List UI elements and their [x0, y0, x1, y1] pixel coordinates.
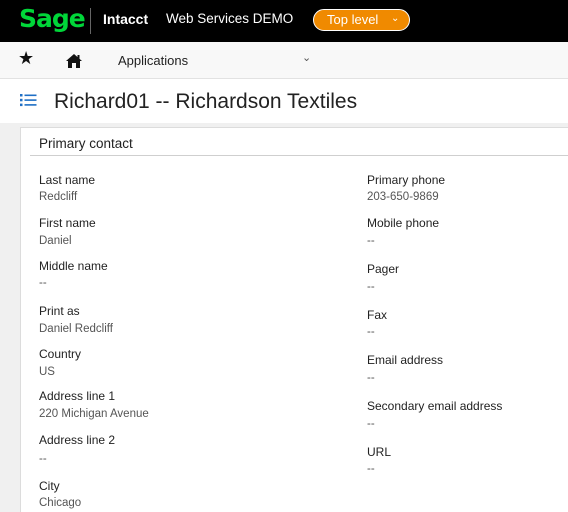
page-title: Richard01 -- Richardson Textiles — [54, 90, 358, 113]
field-value: Daniel Redcliff — [39, 323, 113, 335]
field-value: -- — [39, 453, 47, 465]
field-label: Mobile phone — [367, 216, 440, 230]
applications-menu[interactable]: Applications — [118, 53, 188, 68]
field-label: Pager — [367, 262, 400, 276]
title-bar: Richard01 -- Richardson Textiles — [0, 79, 568, 123]
sage-logo[interactable]: Sage — [19, 2, 86, 36]
field-label: Primary phone — [367, 173, 446, 187]
home-icon[interactable] — [65, 53, 83, 74]
field-value: US — [39, 366, 55, 378]
field-label: Fax — [367, 308, 388, 322]
star-icon[interactable]: ★ — [18, 48, 34, 69]
entity-selector-button[interactable]: Top level ⌄ — [313, 9, 410, 31]
field-label: URL — [367, 445, 392, 459]
field-value: -- — [367, 235, 375, 247]
field-label: Print as — [39, 304, 80, 318]
field-label: Last name — [39, 173, 96, 187]
record-card — [20, 127, 568, 512]
topbar-divider — [90, 8, 91, 34]
top-bar: Sage Intacct Web Services DEMO Top level… — [0, 0, 568, 42]
field-value: 220 Michigan Avenue — [39, 408, 149, 420]
field-value: Daniel — [39, 235, 72, 247]
field-value: Chicago — [39, 497, 82, 509]
section-title: Primary contact — [39, 136, 133, 151]
field-value: -- — [367, 372, 375, 384]
field-value: -- — [367, 281, 375, 293]
field-label: Address line 1 — [39, 389, 116, 403]
field-label: Email address — [367, 353, 444, 367]
field-label: Middle name — [39, 259, 108, 273]
list-icon[interactable] — [20, 93, 37, 112]
field-value: -- — [367, 463, 375, 475]
field-value: 203-650-9869 — [367, 191, 439, 203]
field-label: First name — [39, 216, 96, 230]
field-value: Redcliff — [39, 191, 78, 203]
field-label: City — [39, 479, 60, 493]
chevron-down-icon[interactable]: ⌄ — [302, 51, 311, 64]
section-divider — [30, 155, 568, 156]
field-label: Secondary email address — [367, 399, 503, 413]
field-value: -- — [39, 277, 47, 289]
chevron-down-icon: ⌄ — [391, 13, 400, 24]
field-label: Country — [39, 347, 82, 361]
field-value: -- — [367, 418, 375, 430]
product-name: Intacct — [103, 11, 149, 27]
entity-selector-label: Top level — [327, 12, 379, 27]
nav-bar: ★ Applications ⌄ — [0, 42, 568, 79]
company-name: Web Services DEMO — [166, 11, 294, 26]
field-label: Address line 2 — [39, 433, 116, 447]
field-value: -- — [367, 326, 375, 338]
